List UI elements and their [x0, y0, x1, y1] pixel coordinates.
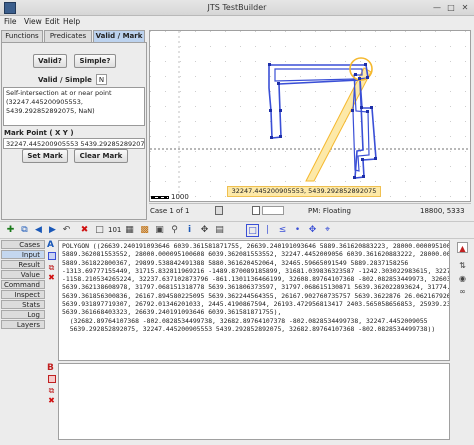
simple-button[interactable]: Simple? — [74, 54, 116, 68]
geometry-a-text[interactable]: POLYGON ((26639.240191093646 6039.361581… — [58, 240, 450, 361]
side-tab-result[interactable]: Result — [1, 260, 45, 269]
draw-point-icon[interactable]: ≤ — [276, 224, 289, 237]
edit-icon[interactable]: • — [291, 224, 304, 237]
wkt-line: 5639.361856300836, 26167.894580225095 56… — [62, 291, 450, 300]
side-tab-strip: Cases Input Result Value Command Inspect… — [1, 240, 45, 440]
menu-help[interactable]: Help — [63, 17, 80, 26]
precision-model: PM: Floating — [308, 207, 351, 215]
clear-b-icon[interactable]: ✖ — [46, 395, 57, 406]
wkt-line: 5639.362138608978, 31797.068151318778 56… — [62, 283, 450, 292]
wkt-line: -1158.210534265224, 32237.637102873796 -… — [62, 275, 449, 284]
title-bar: JTS TestBuilder — □ ✕ — [0, 0, 474, 16]
menu-bar: File View Edit Help — [0, 16, 474, 28]
canvas-svg — [150, 31, 470, 201]
valid-mark-panel: Valid? Simple? Valid / Simple N Self-int… — [1, 42, 147, 220]
menu-view[interactable]: View — [24, 17, 42, 26]
wkt-line: -1313.69777155449, 31715.832811969216 -1… — [62, 266, 450, 275]
geometry-a-label: A — [47, 240, 54, 250]
wkt-line: 5889.361822800367, 29899.538842491388 58… — [62, 258, 409, 267]
lock-icon[interactable]: ◉ — [457, 273, 468, 284]
geometry-b-label: B — [47, 363, 54, 373]
pan-icon[interactable]: ✥ — [198, 224, 211, 237]
maximize-icon[interactable]: □ — [446, 3, 456, 13]
grid-toggle-icon[interactable]: ▤ — [213, 224, 226, 237]
case-nav-icon[interactable] — [215, 206, 223, 215]
undo-icon[interactable]: ↶ — [60, 224, 73, 237]
precision-field[interactable] — [262, 206, 284, 215]
cursor-coords: 18800, 5333 — [420, 207, 465, 215]
side-tab-stats[interactable]: Stats — [1, 300, 45, 309]
close-icon[interactable]: ✕ — [460, 3, 470, 13]
mark-point-label: Mark Point ( X Y ) — [4, 129, 74, 137]
tab-functions[interactable]: Functions — [1, 30, 43, 42]
precision-icon[interactable]: 101 — [108, 224, 121, 237]
zoom-box-icon[interactable]: ▣ — [153, 224, 166, 237]
window-title: JTS TestBuilder — [207, 3, 267, 12]
wkt-line: 5639.931897719307, 26792.01346201033, 24… — [62, 300, 450, 309]
geometry-a-color-icon[interactable] — [48, 252, 56, 260]
copy-icon[interactable]: ⧉ — [18, 224, 31, 237]
clear-a-icon[interactable]: ✖ — [46, 272, 57, 283]
load-icon[interactable]: ▲ — [457, 242, 468, 253]
tab-valid-mark[interactable]: Valid / Mark — [93, 30, 145, 42]
geometry-b-color-icon[interactable] — [48, 375, 56, 383]
extract-icon[interactable]: ▩ — [138, 224, 151, 237]
side-tab-log[interactable]: Log — [1, 310, 45, 319]
geometry-canvas[interactable]: 32247.445200905553, 5439.292852892075 — [149, 30, 471, 202]
mark-point-field[interactable]: 32247.445200905553 5439.292852892075 — [3, 138, 145, 149]
info-icon[interactable]: i — [183, 224, 196, 237]
side-tab-cases[interactable]: Cases — [1, 240, 45, 249]
validity-message[interactable]: Self-intersection at or near point (3224… — [3, 87, 145, 126]
draw-linestring-icon[interactable]: ∣ — [261, 224, 274, 237]
side-tab-input[interactable]: Input — [1, 250, 45, 259]
status-bar: Case 1 of 1 PM: Floating 18800, 5333 — [149, 203, 471, 217]
draw-polygon-icon[interactable]: □ — [246, 224, 259, 237]
clear-icon[interactable]: □ — [93, 224, 106, 237]
menu-file[interactable]: File — [4, 17, 17, 26]
menu-edit[interactable]: Edit — [45, 17, 60, 26]
main-toolbar: ✚ ⧉ ◀ ▶ ↶ ✖ □ 101 ▦ ▩ ▣ ⚲ i ✥ ▤ □ ∣ ≤ • … — [0, 221, 474, 239]
valid-simple-label: Valid / Simple — [38, 76, 92, 84]
left-tab-strip: Functions Predicates Valid / Mark — [1, 30, 147, 42]
wkt-line: 5639.292852892075, 32247.445200905553 54… — [62, 324, 436, 333]
valid-button[interactable]: Valid? — [33, 54, 67, 68]
scale-label: 1000 — [171, 193, 189, 201]
wkt-line: 5639.361668403323, 26639.240191093646 60… — [62, 308, 282, 317]
delete-icon[interactable]: ✖ — [78, 224, 91, 237]
view-icon[interactable]: ▦ — [123, 224, 136, 237]
prev-icon[interactable]: ◀ — [32, 224, 45, 237]
side-tab-value[interactable]: Value — [1, 270, 45, 279]
select-icon[interactable]: ⌖ — [321, 224, 334, 237]
minimize-icon[interactable]: — — [432, 3, 442, 13]
scale-bar: 1000 — [149, 193, 471, 203]
wkt-line: (32682.89764107368 -802.0828534499738, 3… — [62, 316, 428, 325]
valid-simple-result: N — [96, 74, 107, 85]
swap-icon[interactable]: ⇅ — [457, 260, 468, 271]
side-tab-layers[interactable]: Layers — [1, 320, 45, 329]
input-panel: A ⧉ ✖ POLYGON ((26639.240191093646 6039.… — [46, 240, 474, 442]
add-case-icon[interactable]: ✚ — [4, 224, 17, 237]
wkt-line: POLYGON ((26639.240191093646 6039.361581… — [62, 242, 450, 250]
tab-predicates[interactable]: Predicates — [44, 30, 92, 42]
geometry-b-text[interactable] — [58, 363, 450, 440]
link-icon[interactable]: ∞ — [457, 286, 468, 297]
case-label: Case 1 of 1 — [150, 207, 190, 215]
wkt-line: 5889.362081553552, 28000.000095100608 60… — [62, 250, 450, 259]
zoom-icon[interactable]: ⚲ — [168, 224, 181, 237]
side-tab-inspect[interactable]: Inspect — [1, 290, 45, 299]
clear-mark-button[interactable]: Clear Mark — [74, 149, 128, 163]
checkbox-icon[interactable] — [252, 206, 260, 215]
side-tab-command[interactable]: Command — [1, 280, 45, 289]
next-icon[interactable]: ▶ — [46, 224, 59, 237]
move-icon[interactable]: ✥ — [306, 224, 319, 237]
scale-bar-graphic — [151, 196, 169, 199]
set-mark-button[interactable]: Set Mark — [22, 149, 68, 163]
